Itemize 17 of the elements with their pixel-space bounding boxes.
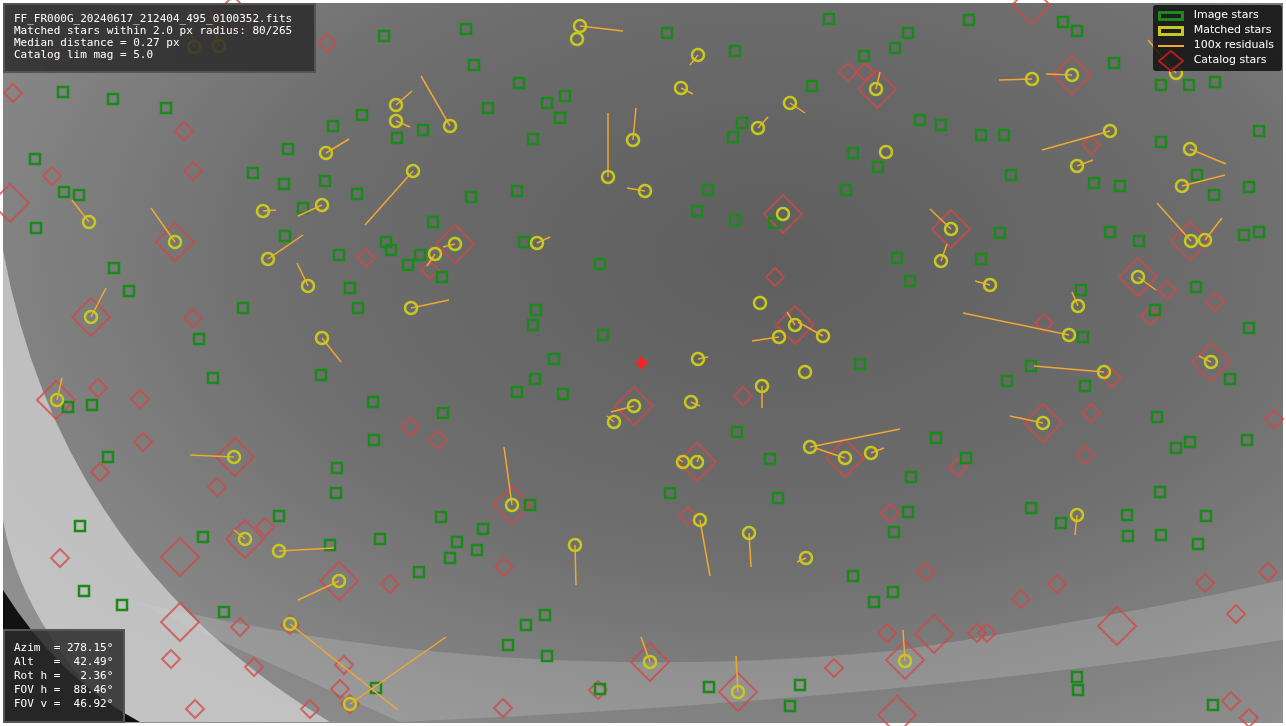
legend-label: Image stars (1193, 7, 1260, 24)
pointing-text: Rot h = 2.36° (14, 669, 114, 683)
square-marker-icon (1157, 10, 1184, 21)
pointing-text: Azim = 278.15° (14, 641, 114, 655)
pointing-text: FOV h = 88.46° (14, 683, 114, 697)
info-text: Matched stars within 2.0 px radius: 80/265 (14, 25, 294, 37)
legend-label: Catalog stars (1193, 52, 1268, 69)
legend-label: Matched stars (1193, 22, 1273, 39)
square-marker-icon (1157, 25, 1184, 36)
diamond-marker-icon (1157, 49, 1184, 72)
info-text: Catalog lim mag = 5.0 (14, 49, 155, 61)
line-marker-icon (1157, 44, 1184, 47)
info-text: FF_FR000G_20240617_212404_495_0100352.fits (14, 13, 294, 25)
info-text: Median distance = 0.27 px (14, 37, 181, 49)
pointing-text: FOV v = 46.92° (14, 697, 114, 711)
pointing-text: Alt = 42.49° (14, 655, 114, 669)
legend-label: 100x residuals (1193, 37, 1275, 54)
